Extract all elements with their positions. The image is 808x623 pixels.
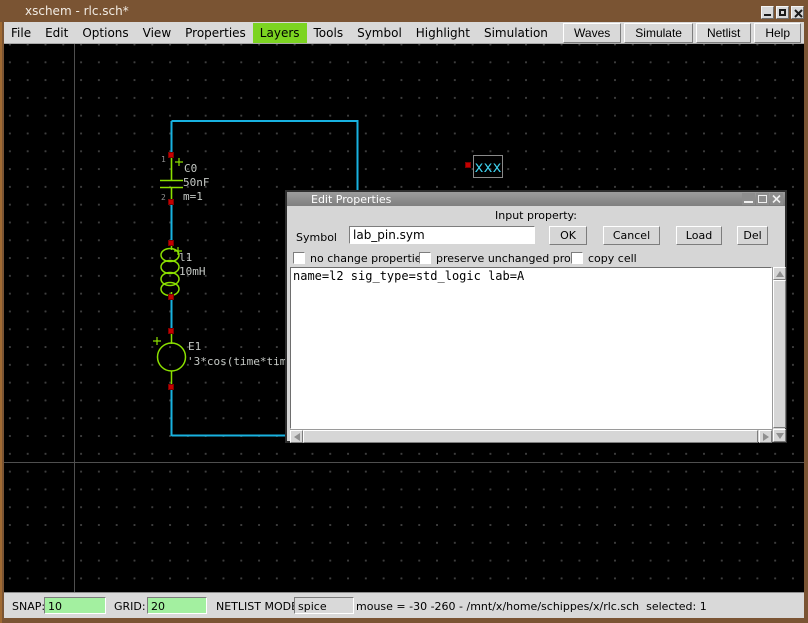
capacitor-value-label[interactable]: 50nF [183, 176, 210, 189]
scroll-up-button[interactable] [773, 267, 786, 280]
scroll-down-button[interactable] [773, 429, 786, 442]
horizontal-scroll-thumb[interactable] [303, 430, 758, 443]
selected-net-label[interactable]: xxx [473, 155, 503, 178]
scroll-right-button[interactable] [759, 430, 772, 443]
pin-terminal[interactable] [465, 162, 471, 168]
checkbox-row: no change properties preserve unchanged … [287, 252, 785, 265]
menu-simulation[interactable]: Simulation [477, 23, 555, 43]
statusbar: SNAP: 10 GRID: 20 NETLIST MODE: spice mo… [4, 592, 804, 618]
minimize-icon [744, 201, 753, 203]
scroll-left-button[interactable] [290, 430, 303, 443]
copy-cell-label: copy cell [588, 252, 637, 265]
pin-terminal[interactable] [168, 240, 174, 246]
capacitor-mult-label[interactable]: m=1 [183, 190, 203, 203]
window-minimize-button[interactable] [761, 6, 774, 19]
scroll-up-icon [776, 271, 784, 277]
voltage-source-symbol[interactable] [153, 334, 186, 385]
grid-label: GRID: [114, 600, 146, 613]
dialog-titlebar[interactable]: Edit Properties [287, 192, 785, 206]
maximize-icon [779, 9, 786, 16]
ok-button[interactable]: OK [549, 226, 587, 245]
pin-terminal[interactable] [168, 384, 174, 390]
menu-edit[interactable]: Edit [38, 23, 75, 43]
mouse-status-text: mouse = -30 -260 - /mnt/x/home/schippes/… [356, 600, 707, 613]
pin-terminal[interactable] [168, 328, 174, 334]
copy-cell-checkbox[interactable] [571, 252, 583, 264]
vertical-scrollbar[interactable] [772, 267, 785, 442]
window-maximize-button[interactable] [776, 6, 789, 19]
window-title: xschem - rlc.sch* [25, 4, 129, 18]
symbol-input[interactable]: lab_pin.sym [349, 226, 535, 244]
inductor-ref-label[interactable]: l1 [179, 251, 192, 264]
minimize-icon [764, 14, 771, 16]
net-label-text: xxx [474, 158, 501, 176]
preserve-unchanged-props-checkbox[interactable] [419, 252, 431, 264]
cancel-button[interactable]: Cancel [603, 226, 660, 245]
property-textarea[interactable]: name=l2 sig_type=std_logic lab=A [290, 267, 772, 429]
inductor-value-label[interactable]: 10mH [179, 265, 206, 278]
menu-file[interactable]: File [4, 23, 38, 43]
dialog-close-button[interactable] [770, 193, 783, 205]
vertical-scroll-thumb[interactable] [773, 280, 786, 428]
window-titlebar[interactable]: xschem - rlc.sch* [0, 0, 808, 22]
menu-properties[interactable]: Properties [178, 23, 253, 43]
close-icon [793, 8, 804, 19]
dialog-maximize-button[interactable] [756, 193, 769, 205]
menubar: File Edit Options View Properties Layers… [4, 22, 804, 44]
netlist-mode-label: NETLIST MODE: [216, 600, 302, 613]
pin-terminal[interactable] [168, 152, 174, 158]
waves-button[interactable]: Waves [563, 23, 621, 43]
plus-icon [175, 158, 183, 166]
window-close-button[interactable] [791, 6, 804, 19]
netlist-mode-input[interactable]: spice [294, 597, 354, 614]
input-property-label: Input property: [287, 209, 785, 222]
load-button[interactable]: Load [676, 226, 722, 245]
snap-label: SNAP: [12, 600, 45, 613]
menu-highlight[interactable]: Highlight [409, 23, 477, 43]
xschem-window: xschem - rlc.sch* File Edit Options View… [0, 0, 808, 623]
horizontal-scrollbar[interactable] [290, 429, 772, 442]
snap-input[interactable]: 10 [44, 597, 106, 614]
capacitor-pin1-number: 1 [161, 155, 166, 164]
scroll-left-icon [294, 433, 300, 441]
simulate-button[interactable]: Simulate [624, 23, 693, 43]
menu-options[interactable]: Options [75, 23, 135, 43]
edit-properties-dialog: Edit Properties Input property: Symbol l… [285, 190, 787, 443]
capacitor-ref-label[interactable]: C0 [184, 162, 197, 175]
symbol-label: Symbol [296, 231, 337, 244]
plus-icon [153, 337, 161, 345]
dialog-title: Edit Properties [311, 193, 391, 206]
grid-input[interactable]: 20 [147, 597, 207, 614]
no-change-properties-checkbox[interactable] [293, 252, 305, 264]
dialog-minimize-button[interactable] [742, 193, 755, 205]
menu-layers[interactable]: Layers [253, 23, 307, 43]
scroll-right-icon [763, 433, 769, 441]
netlist-button[interactable]: Netlist [696, 23, 751, 43]
capacitor-pin2-number: 2 [161, 193, 166, 202]
pin-terminal[interactable] [168, 199, 174, 205]
menu-symbol[interactable]: Symbol [350, 23, 409, 43]
help-button[interactable]: Help [754, 23, 801, 43]
preserve-unchanged-props-label: preserve unchanged props [436, 252, 583, 265]
menu-view[interactable]: View [136, 23, 178, 43]
scroll-down-icon [776, 433, 784, 439]
maximize-icon [758, 195, 767, 203]
close-icon [770, 193, 783, 205]
source-ref-label[interactable]: E1 [188, 340, 201, 353]
menu-tools[interactable]: Tools [307, 23, 351, 43]
del-button[interactable]: Del [737, 226, 768, 245]
no-change-properties-label: no change properties [310, 252, 427, 265]
pin-terminal[interactable] [168, 294, 174, 300]
